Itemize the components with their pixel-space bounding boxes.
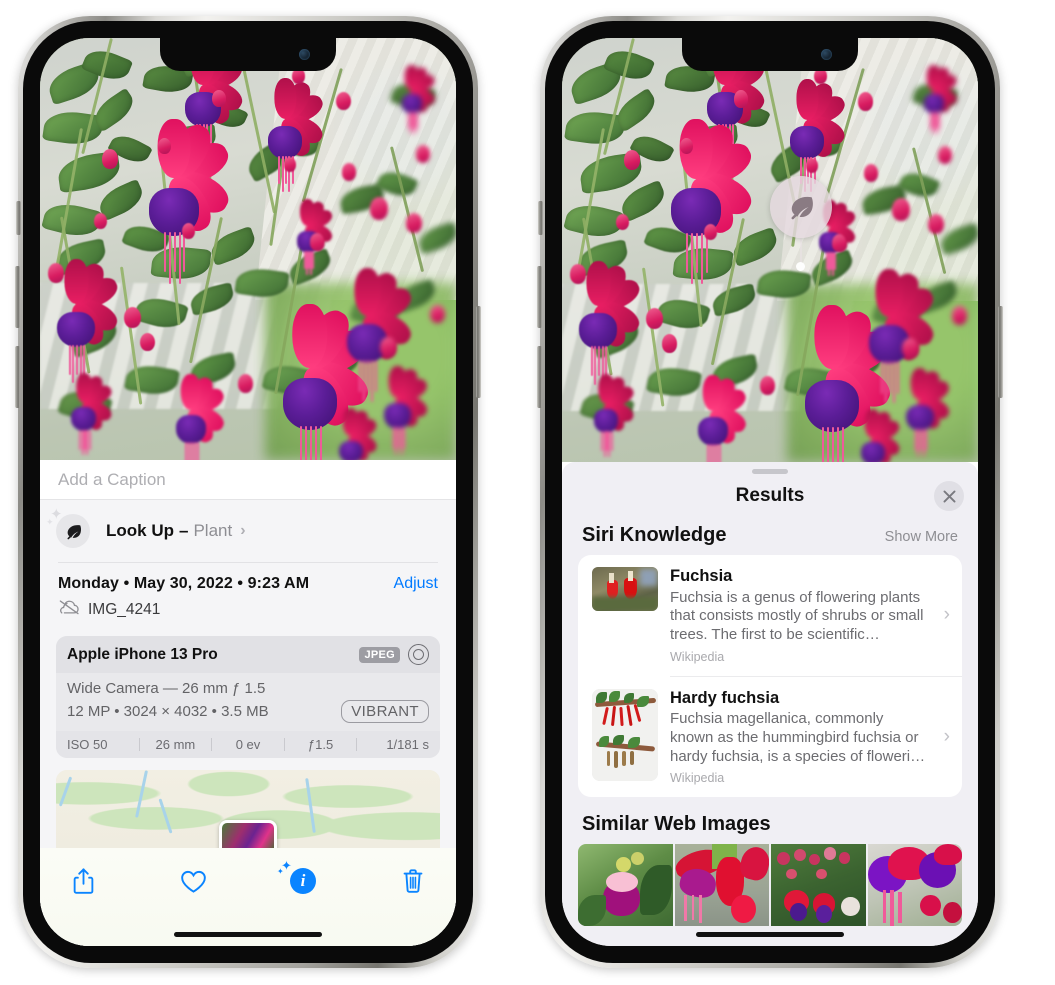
right-screen: Results Siri Knowledge Show More Fuchsia… <box>562 38 978 946</box>
caption-placeholder[interactable]: Add a Caption <box>58 470 166 490</box>
capture-date: Monday • May 30, 2022 • 9:23 AM <box>58 575 310 592</box>
photo-viewer[interactable] <box>562 38 978 462</box>
map-photo-pin[interactable] <box>219 820 277 848</box>
front-camera <box>821 49 832 60</box>
left-phone: Add a Caption ✦ ✦ Look Up – Plant › Mond… <box>15 16 481 968</box>
exif-focal: 26 mm <box>155 737 196 752</box>
chevron-right-icon: › <box>943 725 950 747</box>
web-image-thumbnail[interactable] <box>867 844 962 927</box>
caption-row[interactable]: Add a Caption <box>40 460 456 500</box>
badge-anchor-dot <box>796 262 805 271</box>
section-title: Siri Knowledge <box>582 524 727 546</box>
exif-aperture: ƒ1.5 <box>307 737 334 752</box>
exif-shutter: 1/181 s <box>386 737 429 752</box>
info-panel: ✦ ✦ Look Up – Plant › Monday • May 30, 2… <box>40 500 456 946</box>
results-sheet: Results Siri Knowledge Show More Fuchsia… <box>562 462 978 946</box>
leaf-icon: ✦ ✦ <box>46 507 90 548</box>
volume-down-button[interactable] <box>537 346 542 408</box>
favorite-button[interactable] <box>176 864 210 898</box>
knowledge-title: Hardy fuchsia <box>670 688 780 707</box>
knowledge-title: Fuchsia <box>670 567 733 585</box>
visual-look-up-badge[interactable] <box>770 176 832 238</box>
power-button[interactable] <box>476 306 481 398</box>
camera-info-card[interactable]: Apple iPhone 13 Pro JPEG Wide Camera — 2… <box>56 636 440 758</box>
info-icon: i <box>290 868 316 894</box>
home-indicator[interactable] <box>174 932 322 937</box>
chevron-right-icon: › <box>943 604 950 626</box>
knowledge-description: Fuchsia is a genus of flowering plants t… <box>670 588 924 643</box>
knowledge-source: Wikipedia <box>670 771 725 786</box>
knowledge-thumbnail <box>592 688 658 781</box>
look-up-label: Look Up – Plant › <box>106 521 246 541</box>
volume-down-button[interactable] <box>15 346 20 408</box>
look-up-row[interactable]: ✦ ✦ Look Up – Plant › <box>40 500 456 562</box>
front-camera <box>299 49 310 60</box>
lens-line: Wide Camera — 26 mm ƒ 1.5 <box>67 680 266 697</box>
fuchsia-blooms-layer <box>40 38 456 460</box>
results-title: Results <box>735 485 805 506</box>
home-indicator[interactable] <box>696 932 844 937</box>
knowledge-row[interactable]: Fuchsia Fuchsia is a genus of flowering … <box>578 555 962 676</box>
location-map[interactable] <box>56 770 440 848</box>
web-image-thumbnail[interactable] <box>578 844 673 927</box>
camera-device: Apple iPhone 13 Pro <box>67 645 218 663</box>
close-button[interactable] <box>934 481 964 511</box>
similar-web-images-grid <box>562 844 978 927</box>
notch <box>682 38 858 71</box>
look-up-subject: Plant <box>193 521 233 540</box>
format-badge: JPEG <box>359 646 400 663</box>
knowledge-description: Fuchsia magellanica, commonly known as t… <box>670 710 926 765</box>
fuchsia-blooms-layer <box>562 38 978 462</box>
exif-row: ISO 50 26 mm 0 ev ƒ1.5 1/181 s <box>56 731 440 758</box>
size-line: 12 MP • 3024 × 4032 • 3.5 MB <box>67 703 269 720</box>
knowledge-source: Wikipedia <box>670 649 725 664</box>
screenshot-root: Add a Caption ✦ ✦ Look Up – Plant › Mond… <box>0 0 1055 985</box>
camera-card-body: Wide Camera — 26 mm ƒ 1.5 12 MP • 3024 ×… <box>56 673 440 731</box>
volume-up-button[interactable] <box>15 266 20 328</box>
siri-knowledge-header: Siri Knowledge Show More <box>562 518 978 555</box>
silent-switch[interactable] <box>16 201 21 235</box>
exif-ev: 0 ev <box>235 737 261 752</box>
results-header: Results <box>562 474 978 518</box>
look-up-title: Look Up <box>106 521 174 540</box>
power-button[interactable] <box>998 306 1003 398</box>
photo-metadata: Monday • May 30, 2022 • 9:23 AM Adjust I… <box>40 563 456 630</box>
left-screen: Add a Caption ✦ ✦ Look Up – Plant › Mond… <box>40 38 456 946</box>
look-up-dash: – <box>179 521 189 540</box>
sparkle-small-icon: ✦ <box>46 517 54 527</box>
photo-viewer[interactable] <box>40 38 456 460</box>
knowledge-thumbnail <box>592 567 658 611</box>
close-icon <box>943 490 955 502</box>
delete-button[interactable] <box>396 864 430 898</box>
cloud-slash-icon <box>58 599 80 620</box>
notch <box>160 38 336 71</box>
share-button[interactable] <box>66 864 100 898</box>
web-image-thumbnail[interactable] <box>771 844 866 927</box>
style-badge: VIBRANT <box>341 700 429 723</box>
exif-iso: ISO 50 <box>67 737 108 752</box>
lens-icon <box>408 644 429 665</box>
chevron-right-icon: › <box>240 522 246 539</box>
adjust-button[interactable]: Adjust <box>394 575 438 593</box>
silent-switch[interactable] <box>538 201 543 235</box>
similar-web-images-title: Similar Web Images <box>582 813 771 836</box>
web-image-thumbnail[interactable] <box>674 844 769 927</box>
info-button[interactable]: ✦ ✦ i <box>277 859 320 898</box>
sparkle-small-icon: ✦ <box>277 867 284 876</box>
show-more-button[interactable]: Show More <box>885 529 958 545</box>
knowledge-row[interactable]: Hardy fuchsia Fuchsia magellanica, commo… <box>578 677 962 798</box>
right-phone: Results Siri Knowledge Show More Fuchsia… <box>537 16 1003 968</box>
badge-stem <box>800 238 802 264</box>
photo-info-sheet: Add a Caption ✦ ✦ Look Up – Plant › Mond… <box>40 460 456 946</box>
camera-card-header: Apple iPhone 13 Pro JPEG <box>56 636 440 673</box>
filename: IMG_4241 <box>88 600 161 618</box>
siri-knowledge-card: Fuchsia Fuchsia is a genus of flowering … <box>578 555 962 798</box>
volume-up-button[interactable] <box>537 266 542 328</box>
